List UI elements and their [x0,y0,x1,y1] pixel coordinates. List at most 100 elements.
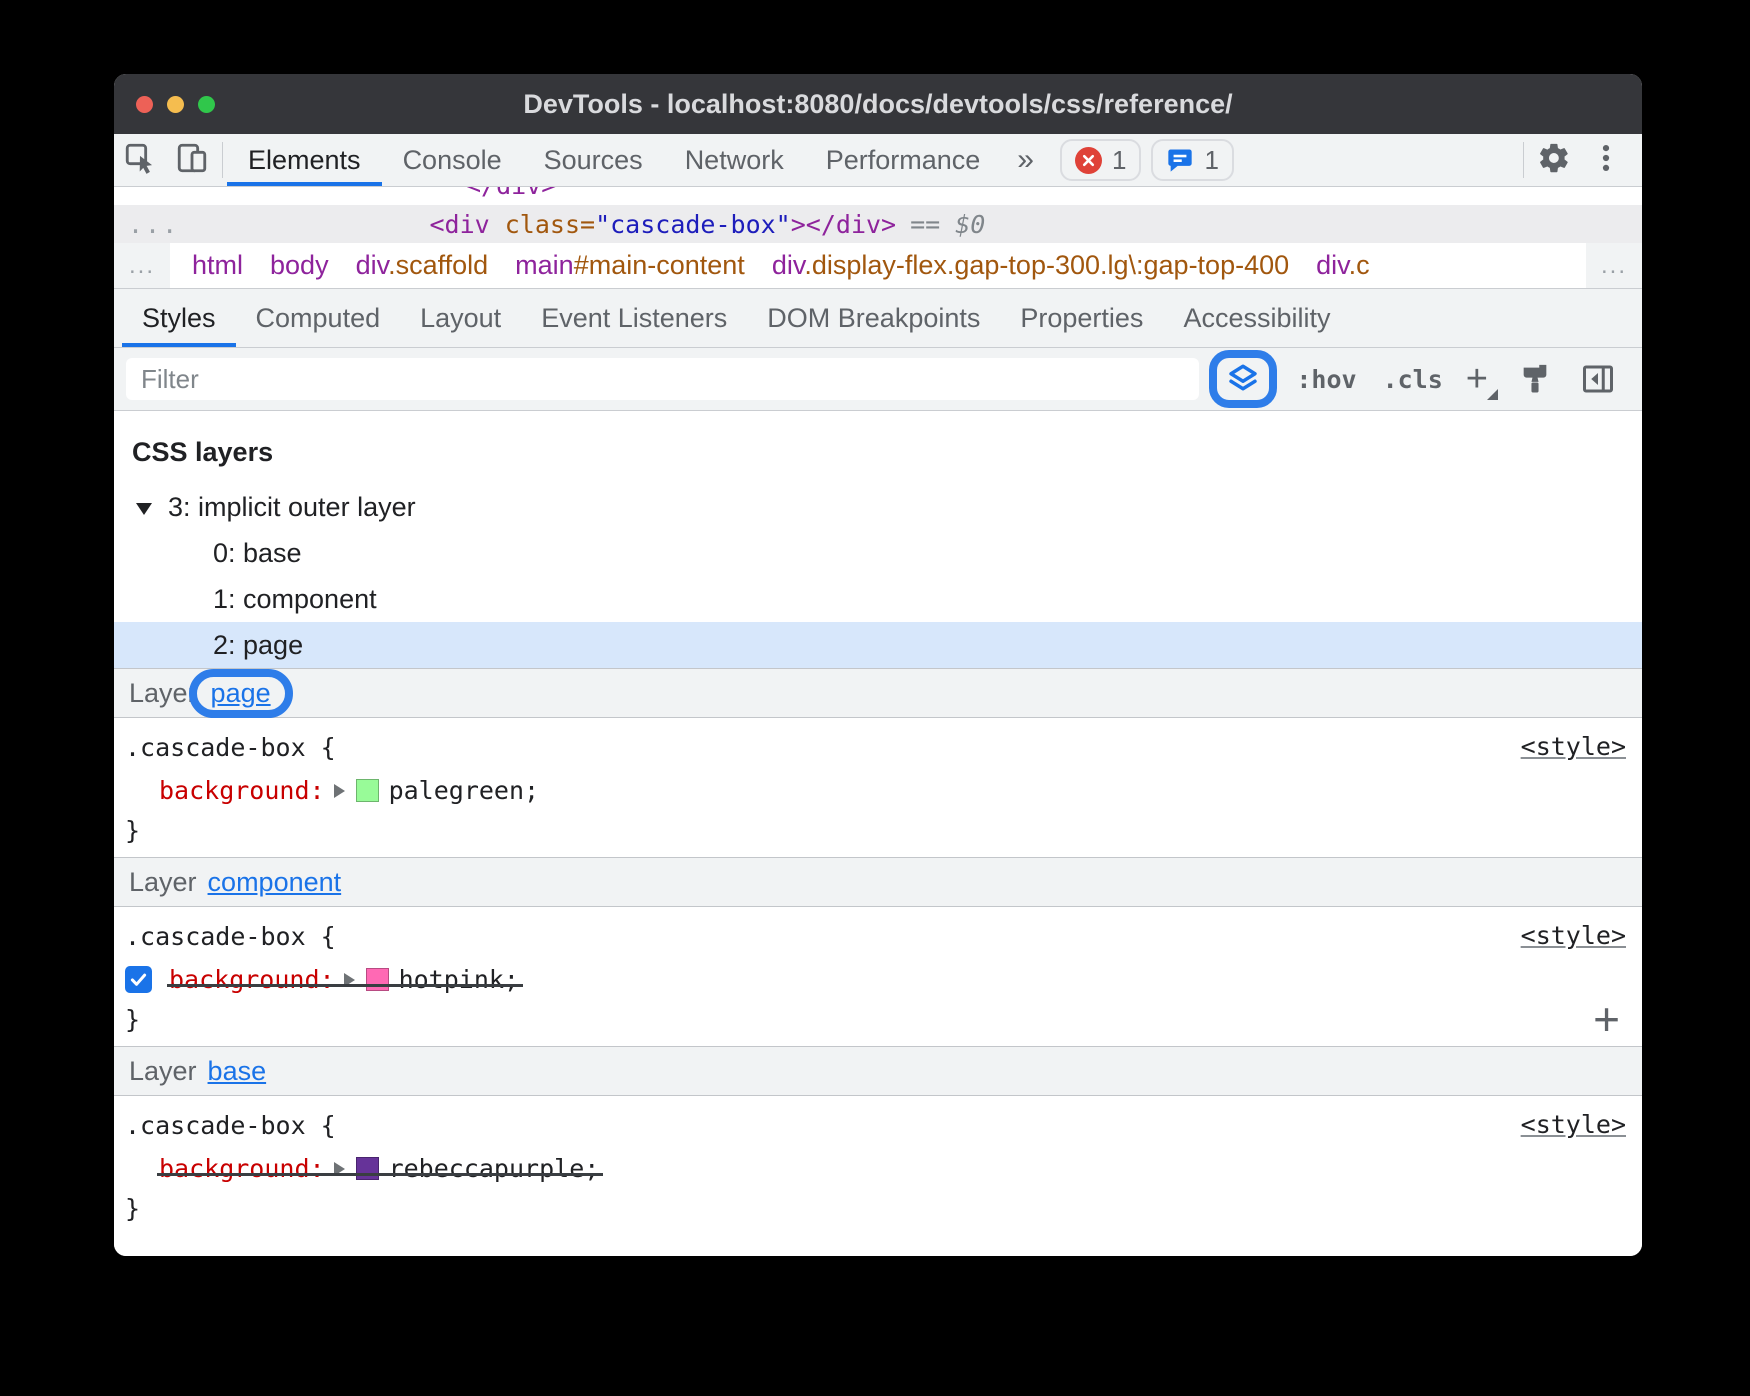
tab-network[interactable]: Network [664,134,805,186]
tab-elements[interactable]: Elements [227,134,382,186]
layer-tree-item-page[interactable]: 2: page [114,622,1642,668]
paintbrush-icon [1518,362,1552,396]
breadcrumb-div-truncated[interactable]: div.c [1316,250,1370,281]
tab-layout[interactable]: Layout [400,289,521,347]
tab-computed[interactable]: Computed [236,289,401,347]
rule-selector[interactable]: .cascade-box { [120,1104,1628,1147]
breadcrumb-overflow-left[interactable]: ... [114,243,170,288]
dollar-zero-hint: == $0 [910,210,985,239]
rendering-emulation-button[interactable] [1518,362,1552,396]
layer-tree-item-component[interactable]: 1: component [114,576,1642,622]
dropdown-corner-icon [1487,389,1498,400]
css-layers-toggle-button[interactable] [1225,361,1261,397]
node-tag-close: ></div> [791,210,896,239]
css-layers-title: CSS layers [132,437,1642,468]
tab-accessibility[interactable]: Accessibility [1163,289,1350,347]
styles-pane: CSS layers 3: implicit outer layer 0: ba… [114,411,1642,1256]
window-title: DevTools - localhost:8080/docs/devtools/… [114,89,1642,120]
style-source-link[interactable]: <style> [1521,732,1626,761]
styles-filter-input[interactable] [126,358,1199,400]
breadcrumb-overflow-right[interactable]: ... [1586,243,1642,288]
property-enabled-checkbox[interactable] [125,966,152,993]
rule-property-line: background: hotpink; [120,958,1628,1001]
settings-button[interactable] [1528,134,1580,186]
rule-selector[interactable]: .cascade-box { [120,726,1628,769]
dom-breadcrumb-bar: ... html body div.scaffold main#main-con… [114,243,1642,289]
issues-count-badge[interactable]: 1 [1151,139,1233,181]
device-toolbar-button[interactable] [166,134,218,186]
kebab-menu-button[interactable] [1580,134,1632,186]
color-swatch-palegreen[interactable] [356,779,379,802]
tab-console[interactable]: Console [382,134,523,186]
node-attr-value: "cascade-box" [595,210,791,239]
rule-selector[interactable]: .cascade-box { [120,915,1628,958]
new-style-rule-button[interactable]: + [1466,360,1488,398]
hidden-nodes-ellipsis[interactable]: ... [114,210,179,239]
layer-section-header-base: Layer base [114,1046,1642,1096]
tab-properties[interactable]: Properties [1000,289,1163,347]
tab-performance[interactable]: Performance [805,134,1002,186]
inspect-cursor-icon [123,141,157,180]
property-value[interactable]: hotpink; [399,965,519,994]
css-layers-tree: 3: implicit outer layer 0: base 1: compo… [114,484,1642,668]
breadcrumb-main-content[interactable]: main#main-content [515,250,745,281]
toolbar-divider-right [1523,142,1524,178]
toolbar-spacer [1234,134,1519,186]
layer-tree-item-base[interactable]: 0: base [114,530,1642,576]
gear-icon [1537,141,1571,180]
rule-property-line: background: rebeccapurple; [120,1147,1628,1190]
rule-property-line: background: palegreen; [120,769,1628,812]
error-count-badge[interactable]: 1 [1060,139,1141,181]
layer-base-link[interactable]: base [208,1056,267,1087]
css-layers-block: CSS layers 3: implicit outer layer 0: ba… [114,411,1642,668]
style-source-link[interactable]: <style> [1521,921,1626,950]
color-swatch-hotpink[interactable] [366,968,389,991]
styles-filter-bar: :hov .cls + [114,348,1642,411]
color-swatch-rebeccapurple[interactable] [356,1157,379,1180]
inspect-element-button[interactable] [114,134,166,186]
breadcrumb-div-scaffold[interactable]: div.scaffold [356,250,489,281]
breadcrumb-body[interactable]: body [270,250,329,281]
property-value[interactable]: rebeccapurple; [389,1154,600,1183]
layer-label: Layer [129,678,197,709]
toolbar-divider [222,142,223,178]
breadcrumb-html[interactable]: html [192,250,243,281]
breadcrumb-div-display-flex[interactable]: div.display-flex.gap-top-300.lg\:gap-top… [772,250,1289,281]
layer-page-link[interactable]: page [211,678,271,709]
property-name[interactable]: background: [159,776,325,805]
layer-label: Layer [129,867,197,898]
tab-dom-breakpoints[interactable]: DOM Breakpoints [747,289,1000,347]
node-attr-eq: = [580,210,595,239]
tab-sources[interactable]: Sources [523,134,664,186]
property-name[interactable]: background: [169,965,335,994]
layer-page-link-annotation: page [189,669,293,718]
caret-down-icon[interactable] [136,503,152,515]
property-name[interactable]: background: [159,1154,325,1183]
class-toggle-button[interactable]: .cls [1383,365,1443,394]
expand-arrow-icon[interactable] [344,973,355,987]
styles-panel-tabbar: Styles Computed Layout Event Listeners D… [114,289,1642,348]
style-rule-base: <style> .cascade-box { background: rebec… [114,1096,1642,1235]
tab-event-listeners[interactable]: Event Listeners [521,289,747,347]
overridden-declaration: background: rebeccapurple; [159,1154,599,1183]
style-source-link[interactable]: <style> [1521,1110,1626,1139]
layer-section-header-component: Layer component [114,857,1642,907]
pseudo-state-button[interactable]: :hov [1296,365,1356,394]
more-tabs-button[interactable]: » [1001,134,1050,186]
layer-section-header-page: Layer page [114,668,1642,718]
tab-styles[interactable]: Styles [122,289,236,347]
issues-count: 1 [1204,145,1218,176]
insert-style-rule-button[interactable]: + [1593,996,1620,1042]
expand-arrow-icon[interactable] [334,1162,345,1176]
overridden-declaration: background: hotpink; [169,965,519,994]
expand-arrow-icon[interactable] [334,784,345,798]
dom-tree-selected-row[interactable]: ... <div class="cascade-box"></div> == $… [114,205,1642,243]
layer-tree-root[interactable]: 3: implicit outer layer [114,484,1642,530]
dom-tree-clipped-row: </div> [114,187,1642,205]
devtools-toolbar: Elements Console Sources Network Perform… [114,134,1642,187]
toggle-sidebar-button[interactable] [1580,361,1616,397]
rule-close-brace: } [120,1190,1628,1227]
property-value[interactable]: palegreen; [389,776,540,805]
layer-label: Layer [129,1056,197,1087]
layer-component-link[interactable]: component [208,867,342,898]
